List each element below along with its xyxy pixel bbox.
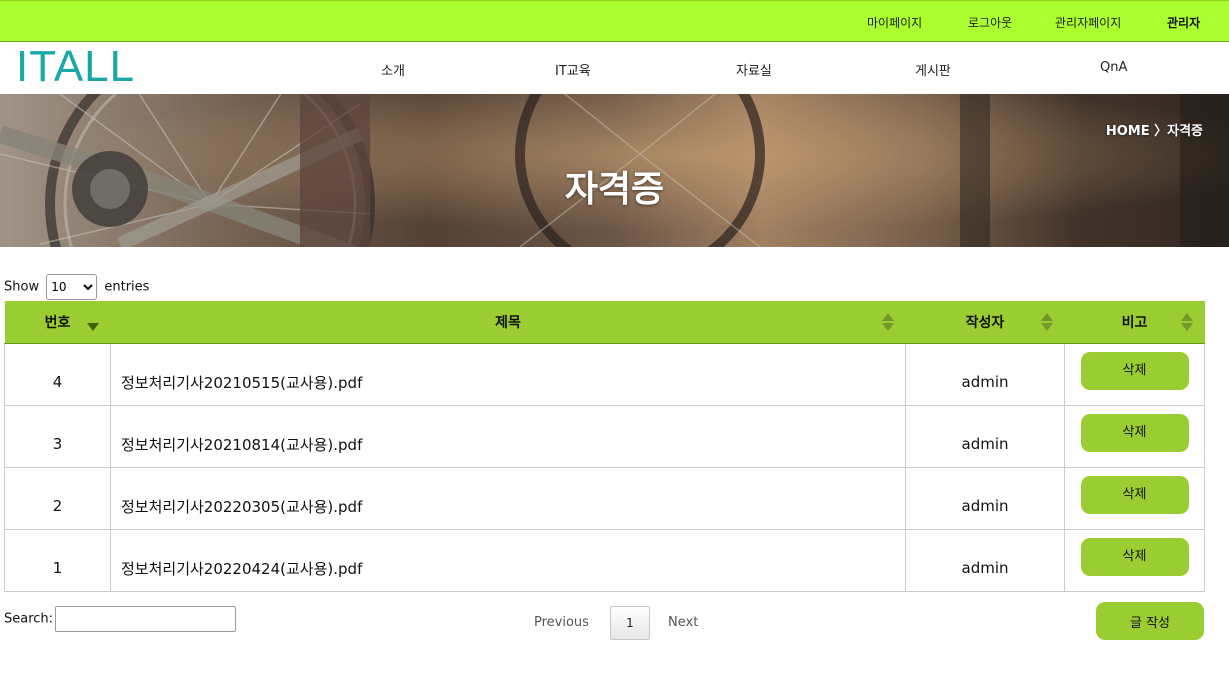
column-header-number-label: 번호 (44, 314, 71, 331)
site-logo[interactable]: ITALL (16, 43, 135, 91)
column-header-note-label: 비고 (1121, 314, 1148, 331)
hero-banner: HOME 〉자격증 자격증 (0, 94, 1229, 247)
sort-icon (881, 313, 894, 331)
write-post-button[interactable]: 글 작성 (1096, 602, 1204, 640)
delete-button[interactable]: 삭제 (1080, 537, 1189, 576)
row-title-link[interactable]: 정보처리기사20210814(교사용).pdf (110, 404, 906, 468)
column-header-author[interactable]: 작성자 (905, 301, 1065, 344)
page-title: 자격증 (564, 169, 665, 210)
row-author: admin (905, 528, 1065, 592)
row-author: admin (905, 466, 1065, 530)
row-action-cell: 삭제 (1064, 466, 1205, 530)
row-author: admin (905, 342, 1065, 406)
row-number: 4 (4, 342, 111, 406)
page-number-button[interactable]: 1 (610, 606, 650, 640)
breadcrumb: HOME 〉자격증 (1105, 124, 1203, 139)
sort-desc-icon (86, 313, 99, 331)
previous-page-button[interactable]: Previous (534, 615, 589, 630)
site-header: ITALL 소개 IT교육 자료실 게시판 QnA (0, 42, 1229, 94)
column-header-note[interactable]: 비고 (1064, 301, 1205, 344)
column-header-author-label: 작성자 (965, 314, 1005, 331)
mypage-link[interactable]: 마이페이지 (867, 14, 922, 31)
search-input[interactable] (55, 606, 237, 632)
row-action-cell: 삭제 (1064, 342, 1205, 406)
delete-button[interactable]: 삭제 (1080, 351, 1189, 390)
sort-icon (1180, 313, 1193, 331)
entries-length-control: Show 10 entries (4, 274, 149, 300)
row-title-link[interactable]: 정보처리기사20220305(교사용).pdf (110, 466, 906, 530)
column-header-title[interactable]: 제목 (110, 301, 906, 344)
column-header-number[interactable]: 번호 (4, 301, 111, 344)
admin-user-link[interactable]: 관리자 (1167, 14, 1200, 31)
sort-icon (1040, 313, 1053, 331)
nav-item-about[interactable]: 소개 (381, 60, 405, 79)
row-title-link[interactable]: 정보처리기사20210515(교사용).pdf (110, 342, 906, 406)
length-suffix-label: entries (104, 279, 150, 295)
entries-per-page-select[interactable]: 10 (46, 274, 98, 300)
top-utility-bar: 마이페이지 로그아웃 관리자페이지 관리자 (0, 0, 1229, 42)
table-row: 2 정보처리기사20220305(교사용).pdf admin 삭제 (4, 466, 1205, 530)
search-label: Search: (4, 611, 54, 627)
table-row: 1 정보처리기사20220424(교사용).pdf admin 삭제 (4, 528, 1205, 592)
length-prefix-label: Show (4, 279, 40, 295)
delete-button[interactable]: 삭제 (1080, 475, 1189, 514)
column-header-title-label: 제목 (495, 314, 521, 331)
nav-item-qna[interactable]: QnA (1100, 60, 1127, 75)
nav-item-archive[interactable]: 자료실 (736, 60, 772, 79)
table-row: 4 정보처리기사20210515(교사용).pdf admin 삭제 (4, 342, 1205, 406)
nav-item-it-education[interactable]: IT교육 (555, 60, 591, 79)
table-row: 3 정보처리기사20210814(교사용).pdf admin 삭제 (4, 404, 1205, 468)
admin-page-link[interactable]: 관리자페이지 (1055, 14, 1121, 31)
next-page-button[interactable]: Next (668, 615, 698, 630)
nav-item-board[interactable]: 게시판 (915, 60, 951, 79)
delete-button[interactable]: 삭제 (1080, 413, 1189, 452)
logout-link[interactable]: 로그아웃 (968, 14, 1012, 31)
certificate-table: 번호 제목 작성자 비고 4 정보처리기사20210515(교사용).pdf a… (4, 301, 1205, 592)
row-number: 1 (4, 528, 111, 592)
row-author: admin (905, 404, 1065, 468)
row-action-cell: 삭제 (1064, 404, 1205, 468)
table-header-row: 번호 제목 작성자 비고 (4, 301, 1205, 344)
row-action-cell: 삭제 (1064, 528, 1205, 592)
search-control: Search: (4, 606, 237, 632)
row-number: 2 (4, 466, 111, 530)
row-title-link[interactable]: 정보처리기사20220424(교사용).pdf (110, 528, 906, 592)
row-number: 3 (4, 404, 111, 468)
